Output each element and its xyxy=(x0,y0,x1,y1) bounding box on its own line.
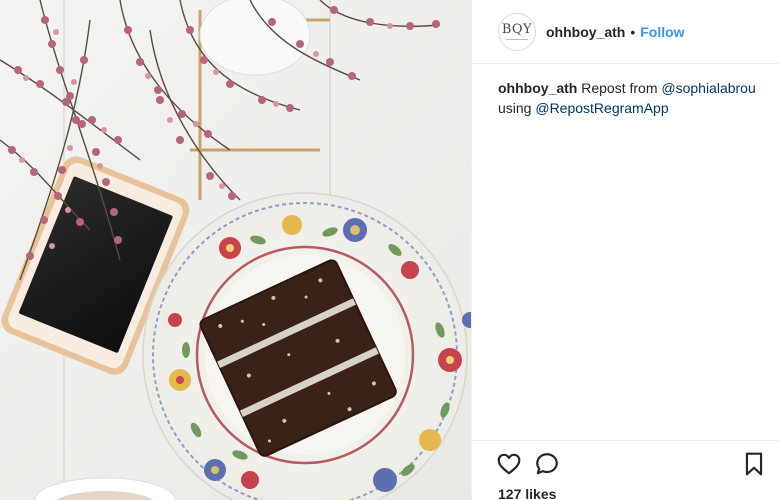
bookmark-icon[interactable] xyxy=(741,451,767,477)
post-caption: ohhboy_ath Repost from @sophialabrou usi… xyxy=(498,78,768,118)
post-actions: 127 likes xyxy=(472,440,780,500)
avatar[interactable]: BQY xyxy=(498,12,536,51)
post-header: BQY ohhboy_ath • Follow xyxy=(472,0,780,64)
caption-mention-repostregramapp[interactable]: @RepostRegramApp xyxy=(535,100,668,116)
separator-dot: • xyxy=(630,23,636,40)
caption-mention-sophialabrou[interactable]: @sophialabrou xyxy=(661,80,755,96)
avatar-monogram: BQY xyxy=(501,22,533,37)
caption-text-middle: using xyxy=(498,100,536,116)
action-icons-row xyxy=(496,451,771,477)
follow-button[interactable]: Follow xyxy=(640,24,684,40)
caption-text-before: Repost from xyxy=(577,80,662,96)
post-sidebar: BQY ohhboy_ath • Follow ohhboy_ath Repos… xyxy=(471,0,780,500)
post-photo[interactable] xyxy=(0,0,471,500)
photo-cake-plate-illustration xyxy=(0,0,471,500)
comment-icon[interactable] xyxy=(534,451,560,477)
post-username[interactable]: ohhboy_ath xyxy=(546,24,625,40)
heart-icon[interactable] xyxy=(496,451,522,477)
avatar-underline xyxy=(506,39,528,40)
likes-count[interactable]: 127 likes xyxy=(498,486,556,500)
caption-username[interactable]: ohhboy_ath xyxy=(498,80,577,96)
